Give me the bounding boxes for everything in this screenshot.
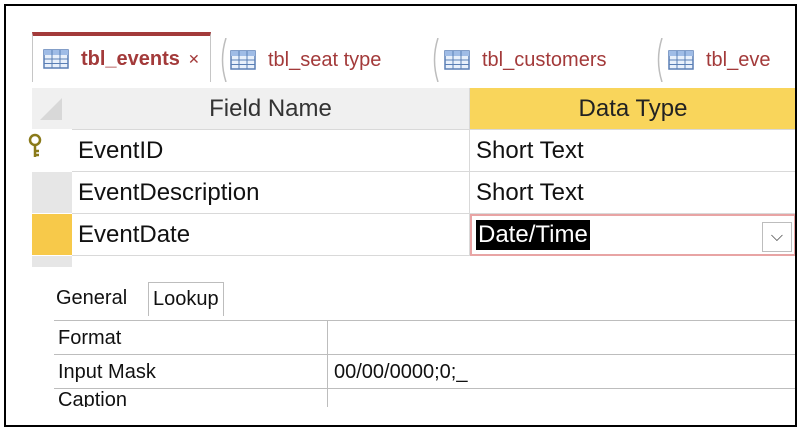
field-name-cell[interactable]: EventDescription [72, 172, 470, 214]
tab-tbl-events[interactable]: tbl_events ✕ [32, 32, 211, 82]
property-label: Format [54, 321, 328, 355]
field-name-cell[interactable]: EventID [72, 130, 470, 172]
table-row [32, 256, 795, 268]
property-label: Input Mask [54, 355, 328, 389]
data-type-cell[interactable]: Short Text [470, 172, 795, 214]
object-tabs: tbl_events ✕ tbl_seat type tbl_customers… [32, 32, 795, 88]
tab-label: tbl_customers [482, 48, 607, 71]
access-table-design-window: tbl_events ✕ tbl_seat type tbl_customers… [4, 4, 797, 427]
property-value-input[interactable]: 00/00/0000;0;_ [328, 355, 795, 389]
property-value-input[interactable] [328, 321, 795, 355]
tab-tbl-eve[interactable]: tbl_eve [668, 36, 771, 84]
tab-label: tbl_seat type [268, 48, 382, 71]
tab-general[interactable]: General [52, 280, 132, 316]
data-type-dropdown[interactable]: Date/Time ⌵ [470, 214, 795, 256]
property-label: Caption [54, 389, 328, 407]
data-type-selected-value: Date/Time [476, 220, 590, 250]
field-properties-pane: General Lookup Format Input Mask 00/00/0… [48, 272, 795, 412]
tab-label: tbl_eve [706, 48, 771, 71]
tab-divider [657, 38, 663, 82]
close-icon[interactable]: ✕ [188, 51, 200, 68]
chevron-down-icon[interactable]: ⌵ [762, 222, 792, 252]
tab-tbl-seat-type[interactable]: tbl_seat type [230, 36, 381, 84]
table-icon [43, 49, 69, 69]
row-selector[interactable] [32, 172, 72, 214]
tab-tbl-customers[interactable]: tbl_customers [444, 36, 607, 84]
row-selector[interactable] [28, 130, 72, 172]
table-icon [444, 50, 470, 70]
tab-lookup[interactable]: Lookup [148, 282, 224, 316]
corner-triangle-icon [40, 98, 62, 120]
tab-divider [433, 38, 439, 82]
property-row[interactable]: Input Mask 00/00/0000;0;_ [54, 354, 795, 389]
field-name-cell[interactable]: EventDate [72, 214, 470, 256]
table-icon [668, 50, 694, 70]
table-row[interactable]: EventDescription Short Text [32, 172, 795, 214]
property-row[interactable]: Format [54, 320, 795, 355]
field-name-header[interactable]: Field Name [72, 88, 470, 130]
select-all-corner[interactable] [32, 88, 72, 130]
grid-header-row: Field Name Data Type [32, 88, 795, 130]
table-row[interactable]: EventID Short Text [28, 130, 795, 172]
table-icon [230, 50, 256, 70]
table-row[interactable]: EventDate Date/Time ⌵ [32, 214, 795, 256]
property-row[interactable]: Caption [54, 388, 795, 407]
data-type-header[interactable]: Data Type [470, 88, 795, 130]
property-value-input[interactable] [328, 389, 795, 407]
primary-key-icon [28, 133, 42, 157]
tab-label: tbl_events [81, 47, 180, 70]
row-selector [32, 256, 72, 268]
tab-divider [221, 38, 227, 82]
row-selector-current[interactable] [32, 214, 72, 256]
property-label-text: Caption [58, 389, 127, 407]
data-type-cell[interactable]: Short Text [470, 130, 795, 172]
